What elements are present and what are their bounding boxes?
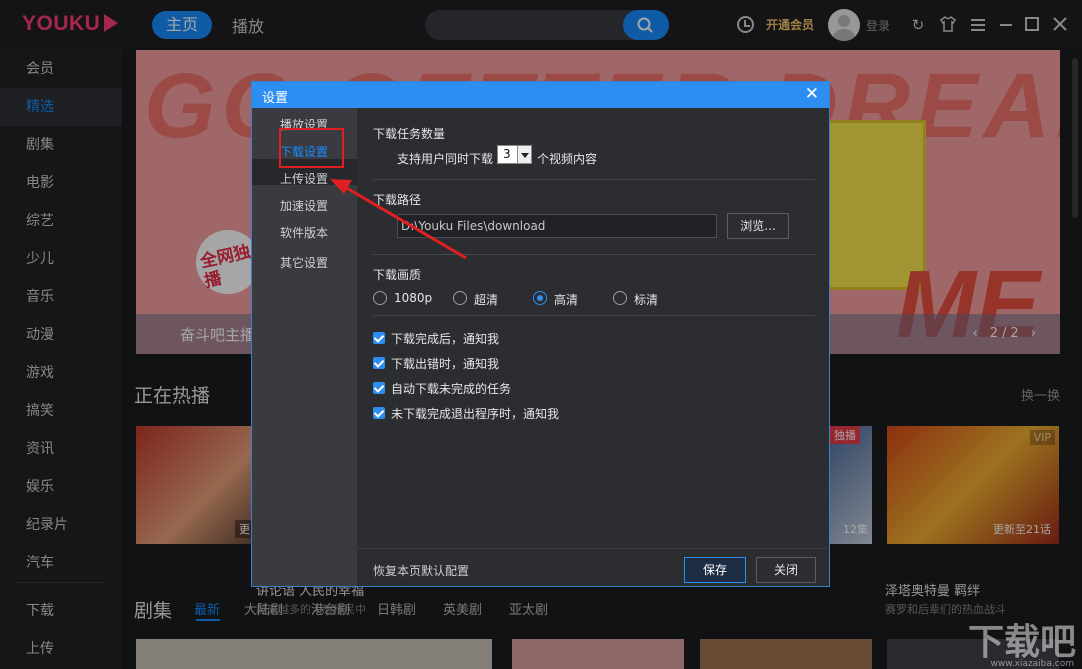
quality-high-radio[interactable] [533,291,547,305]
quality-label: 下载画质 [373,268,422,282]
download-settings-panel: 下载任务数量 支持用户同时下载 3 个视频内容 下载路径 D:\Youku Fi… [357,108,829,548]
section-divider [373,254,815,255]
task-count-prefix: 支持用户同时下载 [397,152,494,166]
task-count-select[interactable]: 3 [497,145,532,164]
task-count-suffix: 个视频内容 [537,152,598,166]
section-divider [373,179,815,180]
notify-error-checkbox[interactable] [373,357,385,369]
browse-button[interactable]: 浏览... [727,213,789,239]
settings-nav-upload[interactable]: 上传设置 [280,170,328,187]
auto-resume-label[interactable]: 自动下载未完成的任务 [391,380,511,397]
dropdown-arrow-icon[interactable] [517,146,531,163]
dialog-header: 设置 ✕ [252,82,829,108]
quality-super-radio[interactable] [453,291,467,305]
quality-high-label[interactable]: 高清 [554,291,578,308]
notify-error-label[interactable]: 下载出错时，通知我 [391,355,499,372]
dialog-footer: 恢复本页默认配置 保存 关闭 [357,548,829,586]
download-path-field[interactable]: D:\Youku Files\download [397,214,717,238]
quality-super-label[interactable]: 超清 [474,291,498,308]
notify-complete-label[interactable]: 下载完成后，通知我 [391,330,499,347]
quality-1080p-radio[interactable] [373,291,387,305]
restore-defaults-link[interactable]: 恢复本页默认配置 [373,562,469,579]
close-button[interactable]: 关闭 [756,557,816,583]
notify-exit-checkbox[interactable] [373,407,385,419]
task-count-value: 3 [503,147,511,161]
save-button[interactable]: 保存 [684,557,746,583]
auto-resume-checkbox[interactable] [373,382,385,394]
dialog-close-icon[interactable]: ✕ [805,84,819,104]
watermark-logo: 下载吧 [967,622,1076,663]
annotation-highlight-box [279,128,344,168]
quality-standard-label[interactable]: 标清 [634,291,658,308]
notify-complete-checkbox[interactable] [373,332,385,344]
dialog-title: 设置 [262,91,289,106]
quality-standard-radio[interactable] [613,291,627,305]
notify-exit-label[interactable]: 未下载完成退出程序时，通知我 [391,405,559,422]
settings-nav-version[interactable]: 软件版本 [280,224,328,241]
settings-nav: 播放设置 下载设置 上传设置 加速设置 软件版本 其它设置 [252,108,357,586]
settings-nav-other[interactable]: 其它设置 [280,254,328,271]
task-count-label: 下载任务数量 [373,127,446,141]
quality-1080p-label[interactable]: 1080p [394,291,432,305]
settings-nav-acceleration[interactable]: 加速设置 [280,197,328,214]
section-divider [373,315,815,316]
watermark-url: www.xiazaiba.com [990,659,1074,669]
settings-dialog: 设置 ✕ 播放设置 下载设置 上传设置 加速设置 软件版本 其它设置 下载任务数… [251,81,830,587]
path-label: 下载路径 [373,193,422,207]
